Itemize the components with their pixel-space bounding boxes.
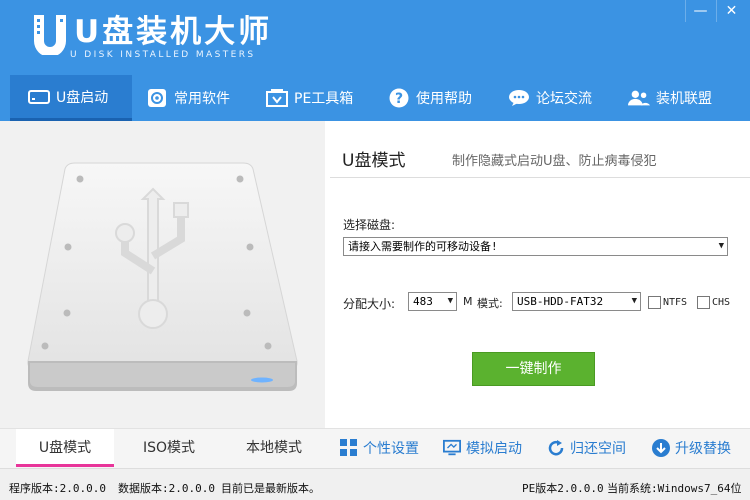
program-version: 程序版本:2.0.0.0 xyxy=(9,482,106,495)
app-title: U盘装机大师 xyxy=(74,14,273,50)
monitor-icon xyxy=(443,439,461,457)
disk-select[interactable]: 请接入需要制作的可移动设备! ▼ xyxy=(343,237,728,256)
nav-help[interactable]: ? 使用帮助 xyxy=(388,75,488,121)
partition-unit: M xyxy=(463,295,473,308)
disk-select-value: 请接入需要制作的可移动设备! xyxy=(348,240,498,253)
hard-drive-icon xyxy=(25,151,300,391)
dropdown-arrow-icon: ▼ xyxy=(631,296,637,306)
ntfs-label: NTFS xyxy=(663,297,688,308)
dropdown-arrow-icon: ▼ xyxy=(447,296,453,306)
action-label: 模拟启动 xyxy=(466,441,522,457)
usb-drive-icon xyxy=(28,87,50,107)
nav-alliance[interactable]: 装机联盟 xyxy=(628,75,728,121)
users-icon xyxy=(628,88,650,108)
mode-select-label: 模式: xyxy=(477,297,503,310)
help-icon: ? xyxy=(388,88,410,108)
drive-illustration-panel xyxy=(0,121,325,428)
nav-label: 使用帮助 xyxy=(416,91,472,107)
main-content: U盘模式 制作隐藏式启动U盘、防止病毒侵犯 选择磁盘: 请接入需要制作的可移动设… xyxy=(0,121,750,428)
grid-icon xyxy=(340,439,358,457)
action-label: 升级替换 xyxy=(675,441,731,457)
custom-settings-button[interactable]: 个性设置 xyxy=(340,429,419,467)
boot-mode-value: USB-HDD-FAT32 xyxy=(517,295,604,308)
pe-version: PE版本2.0.0.0 xyxy=(522,482,604,495)
chs-label: CHS xyxy=(712,297,731,308)
partition-size-label: 分配大小: xyxy=(343,297,396,311)
data-version: 数据版本:2.0.0.0 xyxy=(118,482,215,495)
software-icon xyxy=(146,88,168,108)
refresh-icon xyxy=(547,439,565,457)
main-nav: U盘启动 常用软件 PE工具箱 ? 使用帮助 论坛交流 装机联盟 xyxy=(0,75,750,121)
nav-common-software[interactable]: 常用软件 xyxy=(146,75,246,121)
mode-title: U盘模式 xyxy=(342,151,406,171)
forum-icon xyxy=(508,88,530,108)
tab-usb-mode[interactable]: U盘模式 xyxy=(16,429,114,467)
nav-label: U盘启动 xyxy=(56,89,109,106)
action-label: 个性设置 xyxy=(363,441,419,457)
chs-checkbox[interactable] xyxy=(697,296,710,309)
toolbox-icon xyxy=(266,88,288,108)
title-bar: U盘装机大师 U DISK INSTALLED MASTERS — ✕ xyxy=(0,0,750,75)
close-button[interactable]: ✕ xyxy=(716,0,746,22)
divider xyxy=(330,177,750,178)
tab-local-mode[interactable]: 本地模式 xyxy=(225,429,323,467)
current-system: 当前系统:Windows7_64位 xyxy=(607,482,742,495)
simulate-boot-button[interactable]: 模拟启动 xyxy=(443,429,522,467)
ntfs-checkbox[interactable] xyxy=(648,296,661,309)
version-status-note: 目前已是最新版本。 xyxy=(221,482,320,495)
nav-label: 论坛交流 xyxy=(536,91,592,107)
tab-iso-mode[interactable]: ISO模式 xyxy=(120,429,218,467)
app-subtitle: U DISK INSTALLED MASTERS xyxy=(70,50,256,60)
nav-pe-toolbox[interactable]: PE工具箱 xyxy=(266,75,366,121)
dropdown-arrow-icon: ▼ xyxy=(718,241,724,251)
upgrade-replace-button[interactable]: 升级替换 xyxy=(652,429,731,467)
partition-size-value: 483 xyxy=(413,295,433,308)
restore-space-button[interactable]: 归还空间 xyxy=(547,429,626,467)
nav-label: 常用软件 xyxy=(174,91,230,107)
mode-description: 制作隐藏式启动U盘、防止病毒侵犯 xyxy=(452,154,657,169)
boot-mode-select[interactable]: USB-HDD-FAT32 ▼ xyxy=(512,292,641,311)
nav-label: 装机联盟 xyxy=(656,91,712,107)
svg-text:?: ? xyxy=(395,91,403,107)
status-bar: 程序版本:2.0.0.0 数据版本:2.0.0.0 目前已是最新版本。 PE版本… xyxy=(0,468,750,500)
one-click-make-button[interactable]: 一键制作 xyxy=(472,352,595,386)
mode-tab-bar: U盘模式 ISO模式 本地模式 个性设置 模拟启动 归还空间 升级替换 xyxy=(0,428,750,468)
minimize-button[interactable]: — xyxy=(685,0,715,22)
nav-forum[interactable]: 论坛交流 xyxy=(508,75,608,121)
app-logo-icon xyxy=(30,13,70,57)
download-icon xyxy=(652,439,670,457)
partition-size-select[interactable]: 483 ▼ xyxy=(408,292,457,311)
action-label: 归还空间 xyxy=(570,441,626,457)
nav-label: PE工具箱 xyxy=(294,91,354,107)
disk-select-label: 选择磁盘: xyxy=(343,218,396,232)
nav-usb-boot[interactable]: U盘启动 xyxy=(10,75,132,121)
